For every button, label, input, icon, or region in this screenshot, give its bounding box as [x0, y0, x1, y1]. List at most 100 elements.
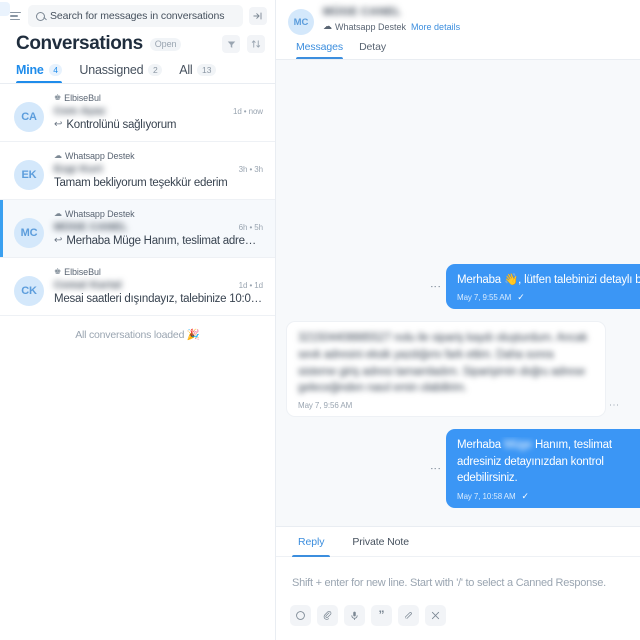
conversation-body: ♚ ElbiseBul Cemal Kartal 1d • 1d Mesai s…	[54, 267, 263, 306]
signature-icon[interactable]	[398, 605, 419, 626]
message-row-outgoing: ⋮ Merhaba Müge Hanım, teslimat adresiniz…	[286, 428, 640, 508]
message-text-before: Merhaba	[457, 438, 504, 451]
nav-rail-stub	[0, 2, 10, 16]
chat-header: MC MÜGE CANEL ☁ Whatsapp Destek More det…	[276, 0, 640, 59]
name-time-row: Ezgi Kurt 3h • 3h	[54, 163, 263, 175]
filter-funnel-icon[interactable]	[222, 35, 240, 53]
reply-arrow-icon: ↩	[54, 235, 63, 246]
contact-subrow: ☁ Whatsapp Destek More details	[323, 21, 460, 32]
check-icon: ✓	[521, 491, 530, 501]
more-vertical-icon[interactable]: ⋮	[429, 463, 441, 474]
tab-private-note[interactable]: Private Note	[338, 527, 423, 556]
sort-icon[interactable]	[247, 35, 265, 53]
name-time-row: Cem Ayaz 1d • now	[54, 105, 263, 117]
message-bubble-incoming[interactable]: 321504408885527 nolu ile sipariş kaydı o…	[286, 321, 619, 417]
conversation-row[interactable]: CK ♚ ElbiseBul Cemal Kartal 1d • 1d Mesa…	[0, 258, 275, 316]
conversation-row-selected[interactable]: MC ☁ Whatsapp Destek MÜGE CANEL 6h • 5h …	[0, 200, 275, 258]
cloud-icon: ☁	[54, 151, 62, 160]
conversation-body: ☁ Whatsapp Destek MÜGE CANEL 6h • 5h ↩ M…	[54, 209, 263, 248]
message-bubble-outgoing[interactable]: Merhaba 👋, lütfen talebinizi detaylı bir…	[446, 263, 640, 310]
sidebar-title-row: Conversations Open	[0, 31, 275, 57]
conversation-time: 6h • 5h	[238, 222, 263, 232]
cloud-icon: ☁	[323, 21, 332, 31]
chat-contact-info: MÜGE CANEL ☁ Whatsapp Destek More detail…	[323, 6, 460, 32]
customer-name: MÜGE CANEL	[54, 221, 128, 233]
contact-name: MÜGE CANEL	[323, 6, 401, 18]
tab-unassigned-count: 2	[148, 64, 163, 76]
channel-label: Whatsapp Destek	[65, 151, 135, 161]
message-meta: May 7, 9:56 AM	[298, 401, 594, 410]
conversation-time: 1d • now	[232, 106, 263, 116]
status-badge: Open	[149, 37, 182, 51]
conversation-body: ♚ ElbiseBul Cem Ayaz 1d • now ↩ Kontrolü…	[54, 93, 263, 132]
check-icon: ✓	[517, 292, 525, 303]
conversation-time: 3h • 3h	[238, 164, 263, 174]
more-vertical-icon[interactable]: ⋮	[608, 400, 619, 410]
chat-tabs: Messages Detay	[288, 35, 628, 59]
composer-toolbar: ”	[276, 601, 640, 640]
message-time: May 7, 9:55 AM	[457, 293, 512, 303]
message-meta: May 7, 10:58 AM ✓	[457, 491, 640, 502]
globe-icon: ♚	[54, 267, 62, 276]
tab-unassigned-label: Unassigned	[79, 63, 144, 77]
tab-unassigned[interactable]: Unassigned 2	[79, 63, 163, 83]
tab-reply[interactable]: Reply	[284, 527, 338, 557]
tab-mine-count: 4	[48, 64, 63, 76]
quote-icon[interactable]: ”	[371, 605, 392, 626]
search-icon	[36, 11, 45, 21]
preview-row: Tamam bekliyorum teşekkür ederim	[54, 177, 263, 189]
conversation-list: CA ♚ ElbiseBul Cem Ayaz 1d • now ↩ Kontr…	[0, 84, 275, 640]
tab-mine[interactable]: Mine 4	[16, 63, 63, 83]
tab-detay[interactable]: Detay	[359, 41, 386, 59]
chat-panel: MC MÜGE CANEL ☁ Whatsapp Destek More det…	[276, 0, 640, 640]
more-vertical-icon[interactable]: ⋮	[429, 281, 441, 292]
shortcut-glyph	[431, 611, 440, 620]
emoji-icon[interactable]	[290, 605, 311, 626]
search-placeholder: Search for messages in conversations	[50, 10, 225, 22]
message-composer: Reply Private Note Shift + enter for new…	[276, 526, 640, 640]
message-preview: Mesai saatleri dışındayız, talebinize 10…	[54, 293, 262, 305]
channel-row: ♚ ElbiseBul	[54, 267, 263, 277]
inbox-app: Search for messages in conversations Con…	[0, 0, 640, 640]
preview-row: ↩ Kontrolünü sağlıyorum	[54, 119, 263, 131]
mic-glyph	[351, 611, 358, 621]
message-preview: Tamam bekliyorum teşekkür ederim	[54, 177, 228, 189]
paperclip-glyph	[323, 611, 332, 620]
hamburger-icon[interactable]	[8, 10, 22, 22]
name-time-row: MÜGE CANEL 6h • 5h	[54, 221, 263, 233]
reply-input[interactable]: Shift + enter for new line. Start with '…	[276, 557, 640, 601]
shortcut-icon[interactable]	[425, 605, 446, 626]
channel-label: Whatsapp Destek	[65, 209, 135, 219]
message-text: 321504408885527 nolu ile sipariş kaydı o…	[298, 332, 588, 395]
preview-row: ↩ Merhaba Müge Hanım, teslimat adre…	[54, 235, 263, 247]
channel-label: ElbiseBul	[64, 93, 101, 103]
conversation-tabs: Mine 4 Unassigned 2 All 13	[0, 57, 275, 83]
tab-all-count: 13	[197, 64, 216, 76]
channel-label-wrap: ☁ Whatsapp Destek	[323, 21, 406, 32]
conversation-row[interactable]: CA ♚ ElbiseBul Cem Ayaz 1d • now ↩ Kontr…	[0, 84, 275, 142]
tab-messages[interactable]: Messages	[296, 41, 343, 59]
conversation-time: 1d • 1d	[238, 280, 263, 290]
conversations-sidebar: Search for messages in conversations Con…	[0, 0, 276, 640]
message-preview: Kontrolünü sağlıyorum	[66, 119, 177, 131]
customer-name: Cem Ayaz	[54, 105, 106, 117]
attachment-paperclip-icon[interactable]	[317, 605, 338, 626]
collapse-glyph	[253, 12, 262, 20]
message-preview: Merhaba Müge Hanım, teslimat adre…	[66, 235, 257, 247]
message-text: Merhaba Müge Hanım, teslimat adresiniz d…	[457, 437, 640, 487]
message-row-outgoing: ⋮ Merhaba 👋, lütfen talebinizi detaylı b…	[286, 263, 640, 310]
microphone-icon[interactable]	[344, 605, 365, 626]
channel-row: ☁ Whatsapp Destek	[54, 151, 263, 161]
search-input[interactable]: Search for messages in conversations	[28, 5, 243, 27]
search-row: Search for messages in conversations	[0, 0, 275, 31]
message-time: May 7, 9:56 AM	[298, 400, 353, 410]
tab-all[interactable]: All 13	[179, 63, 216, 83]
avatar: CK	[14, 276, 44, 306]
funnel-glyph	[227, 41, 235, 48]
more-details-link[interactable]: More details	[411, 22, 460, 32]
collapse-panel-icon[interactable]	[249, 7, 267, 25]
reply-arrow-icon: ↩	[54, 119, 63, 130]
conversation-row[interactable]: EK ☁ Whatsapp Destek Ezgi Kurt 3h • 3h T…	[0, 142, 275, 200]
message-bubble-outgoing[interactable]: Merhaba Müge Hanım, teslimat adresiniz d…	[446, 428, 640, 508]
customer-name: Cemal Kartal	[54, 279, 122, 291]
